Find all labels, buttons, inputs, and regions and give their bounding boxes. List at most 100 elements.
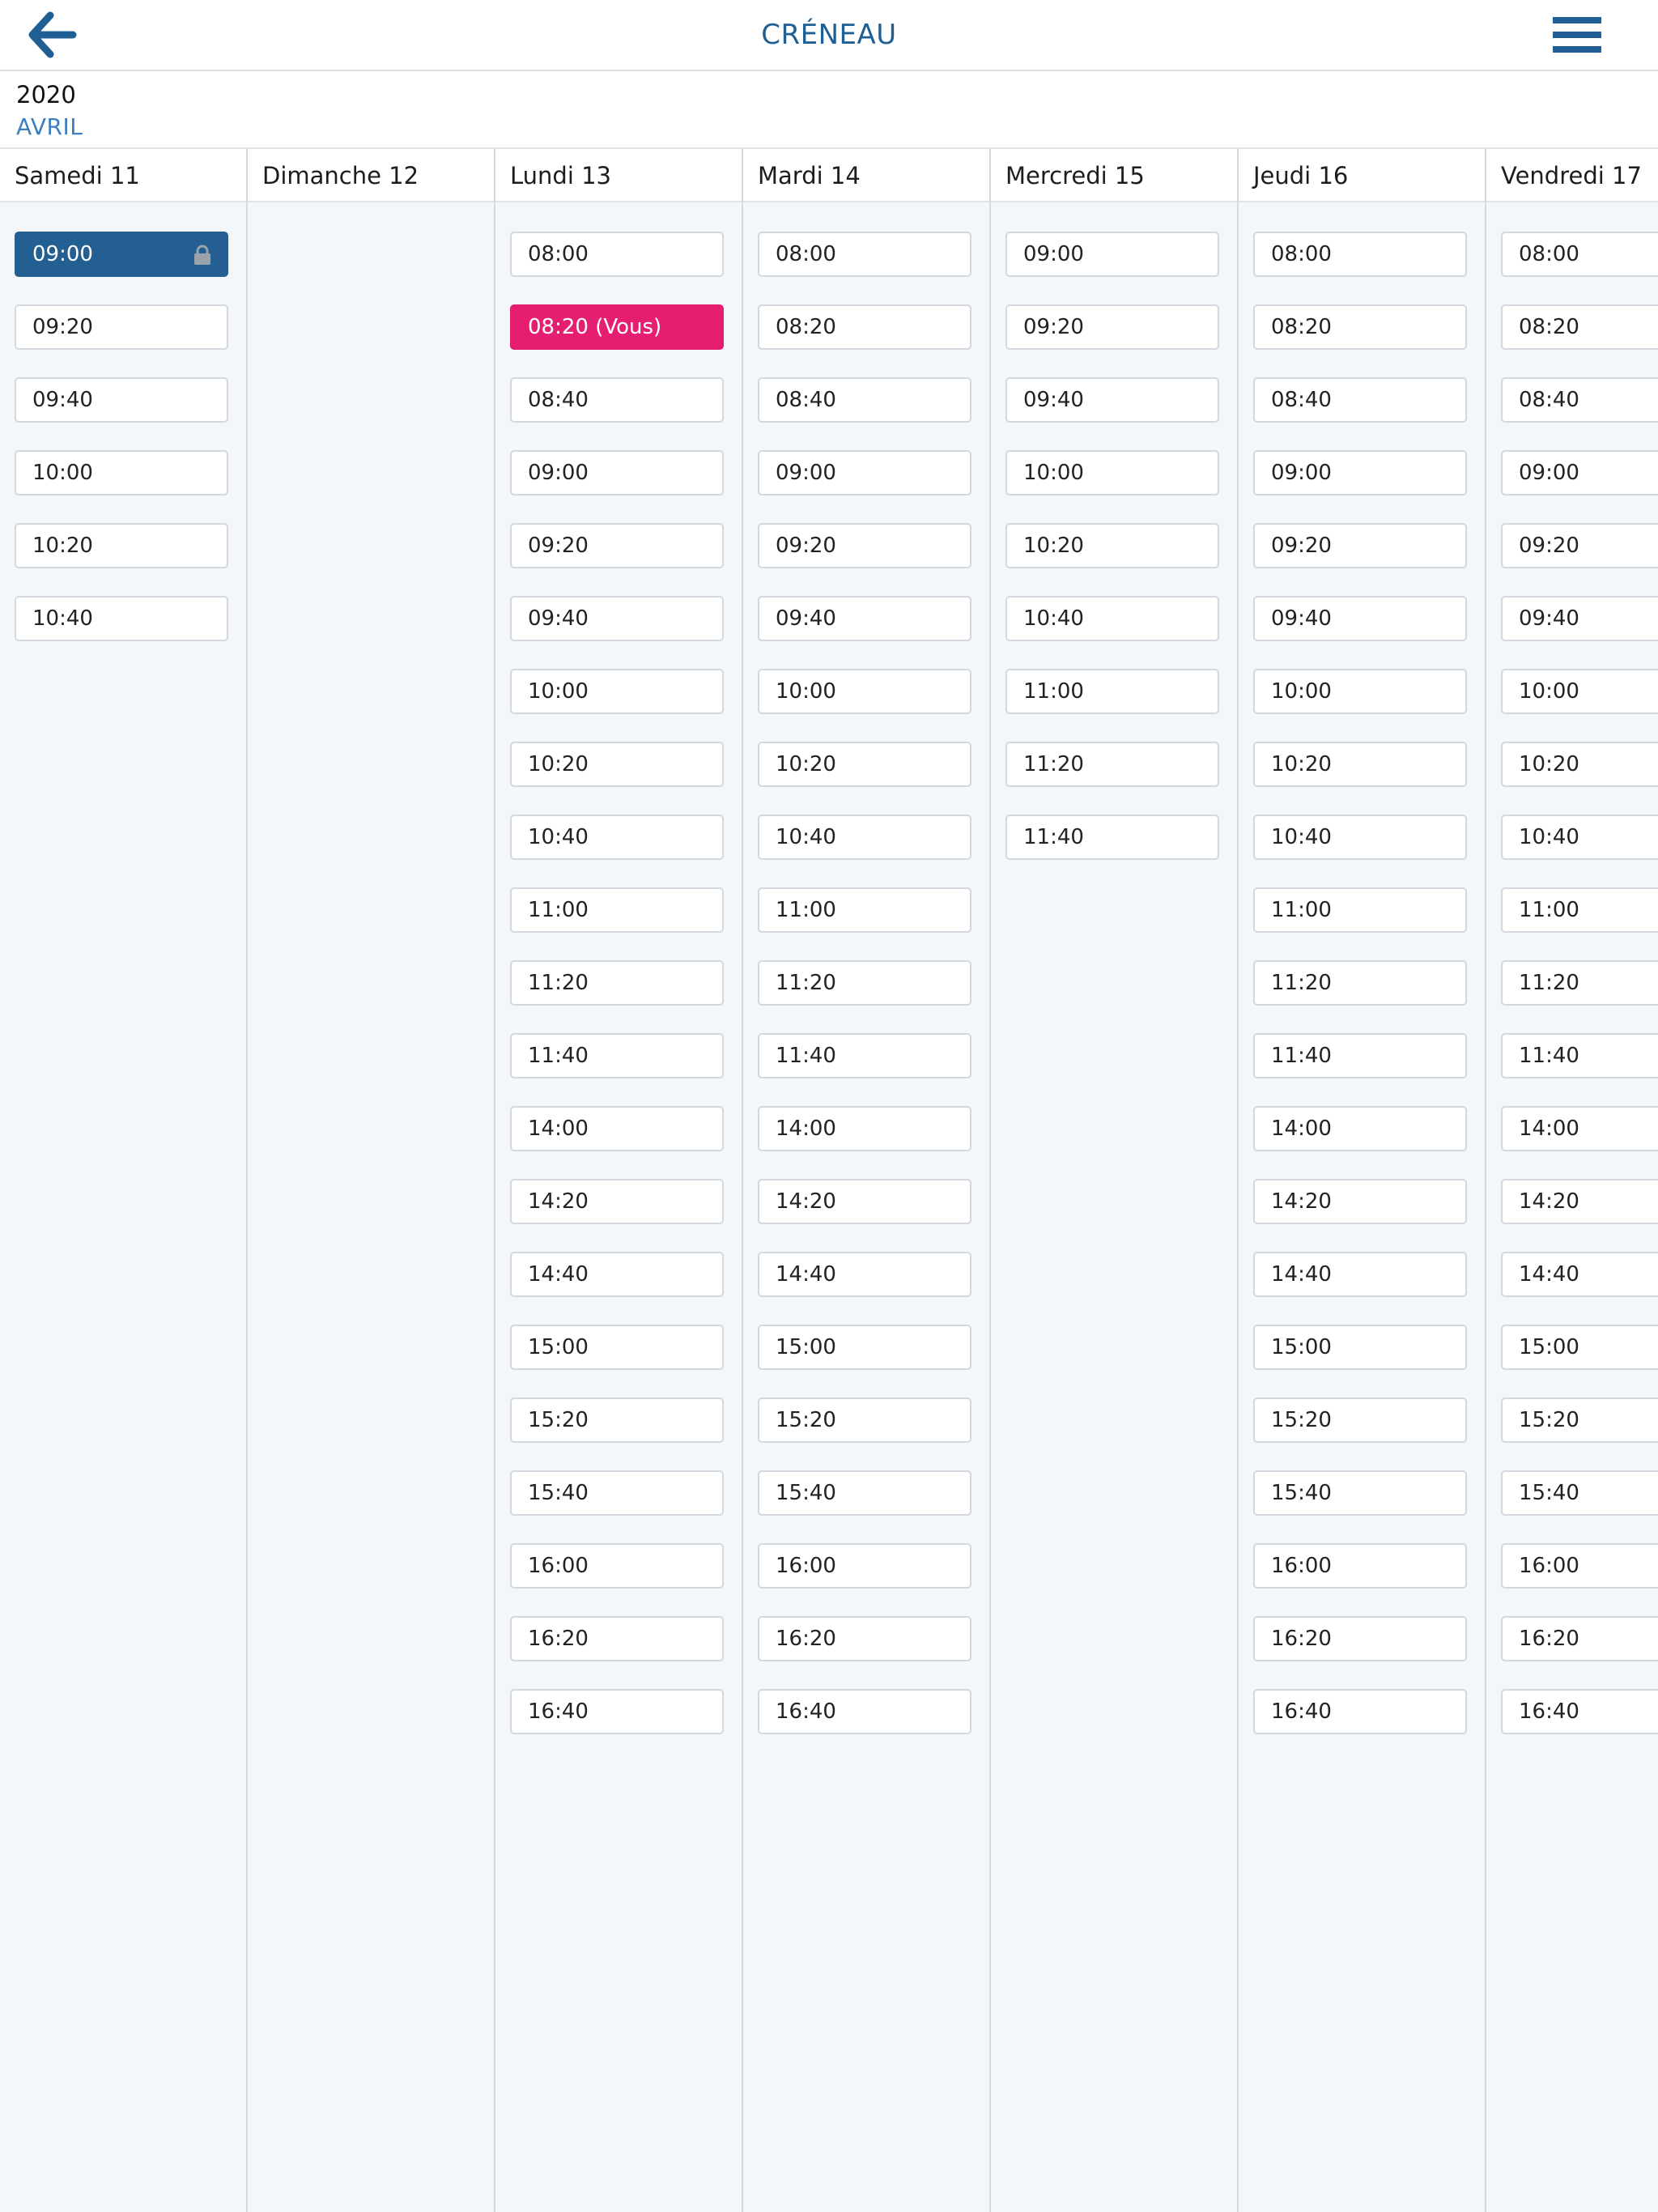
time-slot[interactable]: 08:00	[1501, 232, 1658, 277]
time-slot[interactable]: 11:00	[510, 887, 724, 933]
time-slot[interactable]: 16:40	[758, 1689, 971, 1734]
time-slot[interactable]: 14:40	[758, 1252, 971, 1297]
time-slot[interactable]: 10:20	[758, 742, 971, 787]
time-slot[interactable]: 11:00	[758, 887, 971, 933]
time-slot[interactable]: 10:00	[1253, 669, 1467, 714]
time-slot[interactable]: 10:20	[1253, 742, 1467, 787]
time-slot[interactable]: 15:20	[1501, 1397, 1658, 1443]
time-slot[interactable]: 16:40	[510, 1689, 724, 1734]
time-slot[interactable]: 15:00	[510, 1325, 724, 1370]
time-slot[interactable]: 10:00	[1005, 450, 1219, 496]
time-slot[interactable]: 11:00	[1253, 887, 1467, 933]
time-slot[interactable]: 09:20	[1005, 304, 1219, 350]
time-slot[interactable]: 09:40	[758, 596, 971, 641]
time-slot[interactable]: 09:40	[1005, 377, 1219, 423]
time-slot[interactable]: 11:40	[758, 1033, 971, 1078]
time-slot[interactable]: 08:20	[1253, 304, 1467, 350]
time-slot[interactable]: 14:20	[510, 1179, 724, 1224]
time-slot[interactable]: 10:40	[510, 815, 724, 860]
time-slot-mine[interactable]: 08:20 (Vous)	[510, 304, 724, 350]
time-slot[interactable]: 16:40	[1253, 1689, 1467, 1734]
time-slot[interactable]: 15:00	[758, 1325, 971, 1370]
time-slot[interactable]: 08:20	[1501, 304, 1658, 350]
time-slot[interactable]: 14:00	[1253, 1106, 1467, 1151]
time-slot[interactable]: 15:40	[1501, 1470, 1658, 1516]
menu-button[interactable]	[1545, 6, 1609, 63]
time-slot[interactable]: 08:00	[1253, 232, 1467, 277]
time-slot[interactable]: 10:40	[15, 596, 228, 641]
time-slot[interactable]: 08:00	[758, 232, 971, 277]
time-slot[interactable]: 11:20	[758, 960, 971, 1006]
time-slot[interactable]: 10:00	[510, 669, 724, 714]
time-slot[interactable]: 09:20	[758, 523, 971, 568]
time-slot[interactable]: 10:20	[15, 523, 228, 568]
time-slot[interactable]: 14:20	[1501, 1179, 1658, 1224]
time-slot[interactable]: 09:00	[1253, 450, 1467, 496]
time-slot[interactable]: 09:00	[1005, 232, 1219, 277]
time-slot[interactable]: 15:20	[1253, 1397, 1467, 1443]
time-slot[interactable]: 15:20	[510, 1397, 724, 1443]
time-slot[interactable]: 11:40	[1005, 815, 1219, 860]
time-slot[interactable]: 10:40	[1253, 815, 1467, 860]
time-slot[interactable]: 08:40	[1253, 377, 1467, 423]
time-slot[interactable]: 16:00	[758, 1543, 971, 1589]
time-slot[interactable]: 14:00	[1501, 1106, 1658, 1151]
time-slot[interactable]: 10:00	[758, 669, 971, 714]
time-slot[interactable]: 16:00	[510, 1543, 724, 1589]
time-slot[interactable]: 16:20	[510, 1616, 724, 1661]
time-slot[interactable]: 14:40	[510, 1252, 724, 1297]
time-slot[interactable]: 09:20	[510, 523, 724, 568]
time-slot[interactable]: 11:00	[1501, 887, 1658, 933]
time-slot[interactable]: 08:40	[510, 377, 724, 423]
time-slot[interactable]: 11:20	[510, 960, 724, 1006]
time-slot-locked[interactable]: 09:00	[15, 232, 228, 277]
time-slot[interactable]: 09:20	[15, 304, 228, 350]
time-slot[interactable]: 14:20	[1253, 1179, 1467, 1224]
time-slot[interactable]: 11:40	[510, 1033, 724, 1078]
time-slot[interactable]: 14:40	[1253, 1252, 1467, 1297]
time-slot[interactable]: 11:40	[1501, 1033, 1658, 1078]
time-slot[interactable]: 09:40	[15, 377, 228, 423]
time-slot[interactable]: 10:00	[1501, 669, 1658, 714]
time-slot[interactable]: 10:20	[1005, 523, 1219, 568]
time-slot[interactable]: 15:40	[1253, 1470, 1467, 1516]
time-slot[interactable]: 10:20	[510, 742, 724, 787]
time-slot[interactable]: 16:00	[1253, 1543, 1467, 1589]
time-slot[interactable]: 15:40	[510, 1470, 724, 1516]
time-slot[interactable]: 09:00	[1501, 450, 1658, 496]
time-slot[interactable]: 15:00	[1501, 1325, 1658, 1370]
time-slot[interactable]: 15:00	[1253, 1325, 1467, 1370]
time-slot[interactable]: 16:40	[1501, 1689, 1658, 1734]
time-slot[interactable]: 14:40	[1501, 1252, 1658, 1297]
time-slot[interactable]: 10:40	[758, 815, 971, 860]
time-slot[interactable]: 11:20	[1501, 960, 1658, 1006]
time-slot[interactable]: 11:20	[1005, 742, 1219, 787]
time-slot[interactable]: 15:20	[758, 1397, 971, 1443]
time-slot[interactable]: 08:40	[1501, 377, 1658, 423]
time-slot[interactable]: 10:40	[1005, 596, 1219, 641]
time-slot[interactable]: 09:00	[758, 450, 971, 496]
time-slot[interactable]: 16:20	[1501, 1616, 1658, 1661]
time-slot[interactable]: 11:00	[1005, 669, 1219, 714]
time-slot[interactable]: 09:40	[1253, 596, 1467, 641]
time-slot[interactable]: 08:20	[758, 304, 971, 350]
time-slot[interactable]: 16:00	[1501, 1543, 1658, 1589]
time-slot[interactable]: 15:40	[758, 1470, 971, 1516]
time-slot[interactable]: 09:00	[510, 450, 724, 496]
time-slot[interactable]: 10:00	[15, 450, 228, 496]
time-slot[interactable]: 14:00	[758, 1106, 971, 1151]
time-slot[interactable]: 08:00	[510, 232, 724, 277]
time-slot[interactable]: 14:20	[758, 1179, 971, 1224]
time-slot[interactable]: 09:40	[510, 596, 724, 641]
time-slot[interactable]: 09:40	[1501, 596, 1658, 641]
time-slot[interactable]: 14:00	[510, 1106, 724, 1151]
time-slot[interactable]: 08:40	[758, 377, 971, 423]
time-slot[interactable]: 09:20	[1501, 523, 1658, 568]
time-slot[interactable]: 10:40	[1501, 815, 1658, 860]
time-slot[interactable]: 16:20	[1253, 1616, 1467, 1661]
time-slot[interactable]: 11:20	[1253, 960, 1467, 1006]
time-slot[interactable]: 09:20	[1253, 523, 1467, 568]
time-slot[interactable]: 16:20	[758, 1616, 971, 1661]
time-slot[interactable]: 10:20	[1501, 742, 1658, 787]
time-slot[interactable]: 11:40	[1253, 1033, 1467, 1078]
